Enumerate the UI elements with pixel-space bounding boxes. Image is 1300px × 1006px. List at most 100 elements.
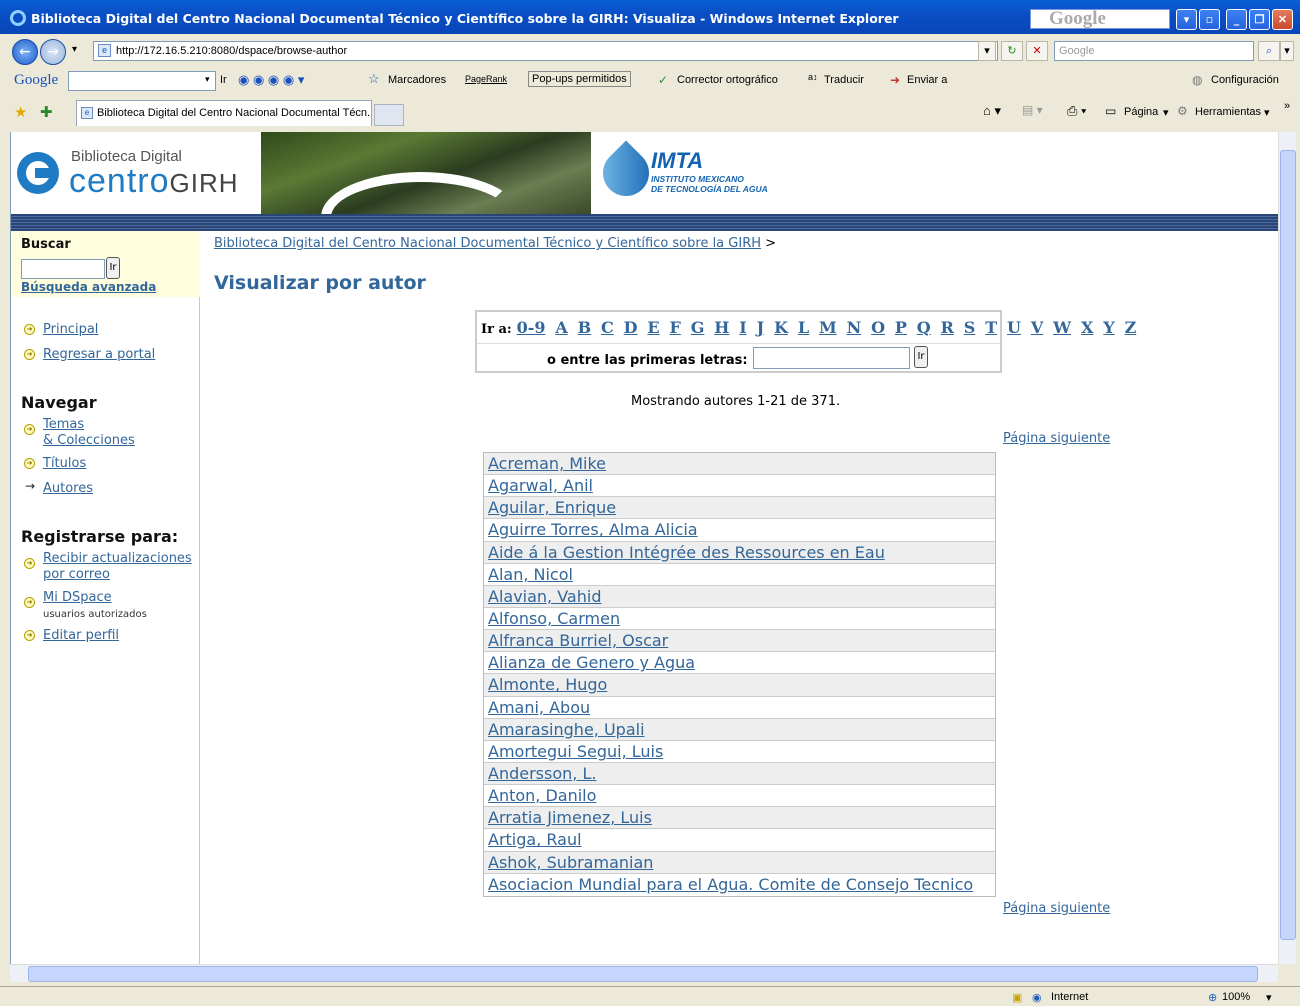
refresh-icon[interactable]: ↻ — [1001, 41, 1023, 61]
letter-link[interactable]: S — [964, 318, 976, 337]
author-link[interactable]: Aguilar, Enrique — [488, 498, 616, 517]
home-icon[interactable]: ⌂ ▾ — [983, 103, 1001, 119]
author-link[interactable]: Aguirre Torres, Alma Alicia — [488, 520, 698, 539]
sidebar-search-input[interactable] — [21, 259, 105, 279]
sidebar-item-titulos[interactable]: Títulos — [43, 456, 86, 471]
letter-link[interactable]: N — [847, 318, 862, 337]
letter-link[interactable]: P — [895, 318, 907, 337]
letter-link[interactable]: C — [601, 318, 614, 337]
sidebar-item-editar[interactable]: Editar perfil — [43, 628, 119, 643]
letter-link[interactable]: Y — [1103, 318, 1114, 337]
letter-link[interactable]: B — [578, 318, 592, 337]
google-logo[interactable]: Google — [14, 72, 58, 89]
search-options-button[interactable]: ▾ — [1280, 41, 1294, 61]
letter-link[interactable]: H — [714, 318, 729, 337]
popups-button[interactable]: Pop-ups permitidos — [528, 71, 631, 87]
corrector-button[interactable]: Corrector ortográfico — [677, 74, 778, 86]
author-link[interactable]: Alavian, Vahid — [488, 587, 601, 606]
letter-link[interactable]: D — [624, 318, 638, 337]
new-tab-button[interactable] — [374, 104, 404, 126]
minimize-button[interactable]: _ — [1226, 9, 1247, 30]
maximize-button[interactable]: ❐ — [1249, 9, 1270, 30]
google-search-box[interactable]: Google — [1030, 9, 1170, 29]
google-toolbar-input[interactable] — [68, 71, 216, 91]
letter-link[interactable]: O — [871, 318, 885, 337]
horizontal-scrollbar[interactable] — [10, 964, 1278, 982]
vertical-scroll-thumb[interactable] — [1280, 150, 1296, 940]
vertical-scrollbar[interactable] — [1278, 132, 1296, 964]
configuracion-button[interactable]: Configuración — [1211, 74, 1279, 86]
author-link[interactable]: Andersson, L. — [488, 764, 596, 783]
author-link[interactable]: Acreman, Mike — [488, 454, 606, 473]
pagina-menu[interactable]: Página — [1124, 106, 1158, 118]
sidebar-item-autores[interactable]: Autores — [43, 481, 93, 496]
author-link[interactable]: Arratia Jimenez, Luis — [488, 808, 652, 827]
sidebar-item-colecciones[interactable]: & Colecciones — [43, 433, 135, 448]
letter-link[interactable]: 0-9 — [517, 318, 546, 337]
search-input[interactable]: Google — [1054, 41, 1254, 61]
next-page-link-bottom[interactable]: Página siguiente — [1003, 901, 1110, 916]
letter-link[interactable]: A — [555, 318, 567, 337]
toolbar-options-button[interactable]: ▫ — [1199, 9, 1220, 30]
author-link[interactable]: Artiga, Raul — [488, 830, 582, 849]
sidebar-item-principal[interactable]: Principal — [43, 322, 98, 337]
letter-link[interactable]: K — [774, 318, 788, 337]
sidebar-item-midspace[interactable]: Mi DSpace — [43, 590, 112, 605]
sidebar-item-regresar[interactable]: Regresar a portal — [43, 347, 155, 362]
favorites-star-icon[interactable]: ★ — [14, 103, 27, 121]
author-link[interactable]: Agarwal, Anil — [488, 476, 593, 495]
stop-icon[interactable]: ✕ — [1026, 41, 1048, 61]
author-link[interactable]: Anton, Danilo — [488, 786, 596, 805]
breadcrumb-home-link[interactable]: Biblioteca Digital del Centro Nacional D… — [214, 236, 761, 251]
letter-link[interactable]: M — [819, 318, 837, 337]
more-chevron-icon[interactable]: » — [1284, 100, 1290, 112]
history-dropdown-icon[interactable]: ▾ — [72, 44, 77, 55]
url-dropdown-button[interactable]: ▾ — [978, 41, 996, 61]
author-link[interactable]: Almonte, Hugo — [488, 675, 607, 694]
author-link[interactable]: Ashok, Subramanian — [488, 853, 653, 872]
gbox-dropdown-icon[interactable]: ▾ — [205, 74, 210, 85]
enviar-button[interactable]: Enviar a — [907, 74, 947, 86]
letter-link[interactable]: U — [1007, 318, 1021, 337]
letter-link[interactable]: Z — [1125, 318, 1137, 337]
letter-link[interactable]: W — [1053, 318, 1071, 337]
google-ir-button[interactable]: Ir — [220, 74, 227, 86]
letter-link[interactable]: J — [757, 318, 765, 337]
next-page-link-top[interactable]: Página siguiente — [1003, 431, 1110, 446]
toolbar-globe-icons[interactable]: ◉ ◉ ◉ ◉ ▾ — [238, 72, 304, 88]
letter-link[interactable]: G — [691, 318, 705, 337]
toolbar-menu-button[interactable]: ▾ — [1176, 9, 1197, 30]
letter-link[interactable]: F — [669, 318, 680, 337]
author-link[interactable]: Aide á la Gestion Intégrée des Ressource… — [488, 543, 885, 562]
herramientas-menu[interactable]: Herramientas — [1195, 106, 1261, 118]
traducir-button[interactable]: Traducir — [824, 74, 864, 86]
zoom-level[interactable]: 100% — [1222, 991, 1250, 1003]
horizontal-scroll-thumb[interactable] — [28, 966, 1258, 982]
sidebar-item-recibir[interactable]: Recibir actualizaciones — [43, 551, 192, 566]
busqueda-avanzada-link[interactable]: Búsqueda avanzada — [21, 280, 156, 294]
letter-link[interactable]: Q — [917, 318, 931, 337]
close-button[interactable]: ✕ — [1272, 9, 1293, 30]
forward-button[interactable]: → — [40, 39, 66, 65]
letter-link[interactable]: X — [1081, 318, 1093, 337]
url-field[interactable]: e http://172.16.5.210:8080/dspace/browse… — [93, 41, 998, 61]
tab-biblioteca[interactable]: e Biblioteca Digital del Centro Nacional… — [76, 100, 372, 126]
author-link[interactable]: Alfonso, Carmen — [488, 609, 620, 628]
author-link[interactable]: Amani, Abou — [488, 698, 590, 717]
letter-link[interactable]: T — [985, 318, 997, 337]
print-icon[interactable]: ⎙ ▾ — [1067, 103, 1086, 119]
author-link[interactable]: Amarasinghe, Upali — [488, 720, 645, 739]
first-letters-input[interactable] — [753, 347, 910, 369]
feeds-icon[interactable]: ▤ ▾ — [1022, 103, 1043, 117]
search-icon[interactable]: ⌕ — [1258, 41, 1280, 61]
marcadores-button[interactable]: Marcadores — [388, 74, 446, 86]
back-button[interactable]: ← — [12, 39, 38, 65]
author-link[interactable]: Asociacion Mundial para el Agua. Comite … — [488, 875, 973, 894]
letter-link[interactable]: V — [1031, 318, 1043, 337]
add-favorite-icon[interactable]: ✚ — [40, 103, 53, 121]
author-link[interactable]: Alfranca Burriel, Oscar — [488, 631, 668, 650]
letter-link[interactable]: E — [647, 318, 659, 337]
sidebar-item-temas[interactable]: Temas — [43, 417, 84, 432]
author-link[interactable]: Alianza de Genero y Agua — [488, 653, 695, 672]
star-icon[interactable]: ☆ — [368, 71, 380, 87]
